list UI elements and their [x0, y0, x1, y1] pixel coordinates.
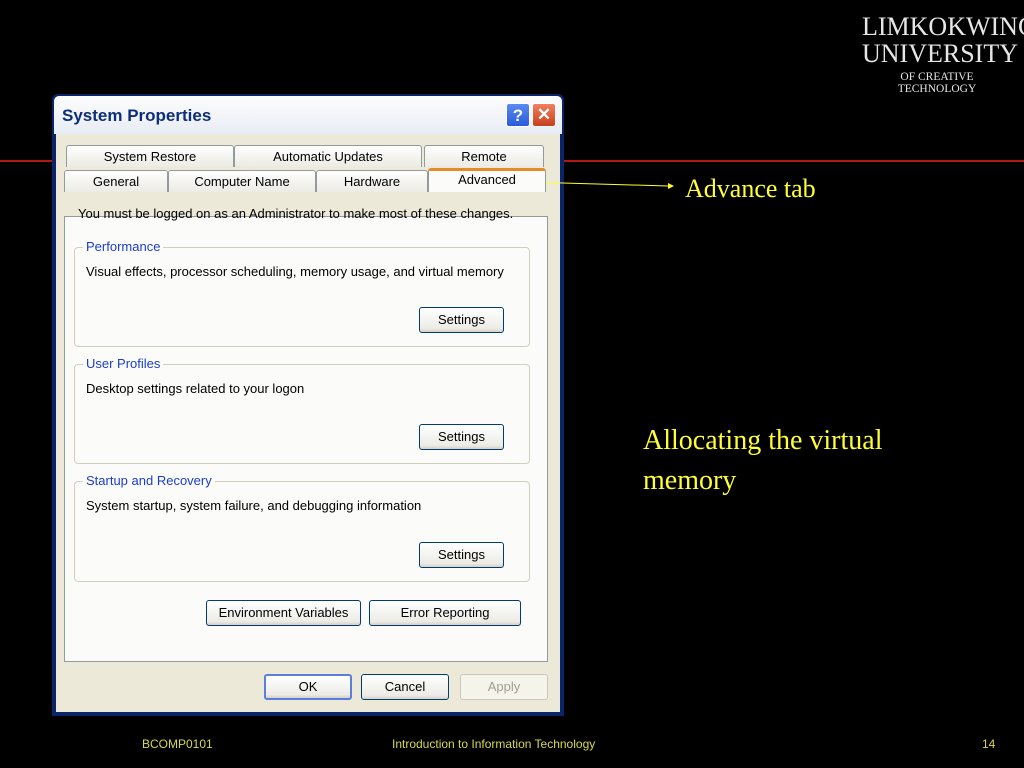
question-icon: ?	[512, 106, 524, 125]
apply-button[interactable]: Apply	[460, 674, 548, 700]
startup-recovery-settings-button[interactable]: Settings	[419, 542, 504, 568]
footer-page-number: 14	[982, 737, 996, 751]
performance-description: Visual effects, processor scheduling, me…	[86, 264, 504, 279]
tab-system-restore[interactable]: System Restore	[66, 145, 234, 167]
user-profiles-description: Desktop settings related to your logon	[86, 381, 305, 396]
footer-course-title: Introduction to Information Technology	[392, 737, 596, 751]
logo-line-3: OF CREATIVE TECHNOLOGY	[897, 71, 977, 95]
startup-recovery-group: Startup and Recovery System startup, sys…	[74, 473, 530, 582]
dialog-body: System Restore Automatic Updates Remote …	[56, 134, 560, 712]
tab-advanced[interactable]: Advanced	[428, 168, 546, 192]
allocating-memory-annotation: Allocating the virtual memory	[643, 425, 883, 496]
tab-hardware[interactable]: Hardware	[316, 170, 428, 192]
user-profiles-settings-button[interactable]: Settings	[419, 424, 504, 450]
performance-title: Performance	[83, 239, 164, 254]
tab-general[interactable]: General	[64, 170, 168, 192]
annotation-arrow	[528, 181, 674, 189]
environment-variables-button[interactable]: Environment Variables	[206, 600, 361, 626]
dialog-titlebar[interactable]: System Properties ? ✕	[54, 96, 562, 134]
performance-group: Performance Visual effects, processor sc…	[74, 239, 530, 347]
logo-line-2: UNIVERSITY	[862, 39, 1018, 68]
close-icon: ✕	[536, 105, 552, 124]
admin-note: You must be logged on as an Administrato…	[78, 206, 514, 221]
close-button[interactable]: ✕	[532, 103, 556, 127]
user-profiles-title: User Profiles	[83, 356, 164, 371]
dialog-title: System Properties	[62, 106, 212, 125]
error-reporting-button[interactable]: Error Reporting	[369, 600, 521, 626]
advance-tab-annotation: Advance tab	[685, 174, 816, 203]
tab-remote[interactable]: Remote	[424, 145, 544, 167]
system-properties-dialog: System Properties ? ✕ System Restore Aut…	[52, 94, 564, 716]
tab-computer-name[interactable]: Computer Name	[168, 170, 316, 192]
tab-automatic-updates[interactable]: Automatic Updates	[234, 145, 422, 167]
user-profiles-group: User Profiles Desktop settings related t…	[74, 356, 530, 464]
help-button[interactable]: ?	[506, 103, 530, 127]
university-logo: LIMKOKWING UNIVERSITY OF CREATIVE TECHNO…	[862, 12, 1024, 95]
ok-button[interactable]: OK	[264, 674, 352, 700]
logo-line-1: LIMKOKWING	[862, 12, 1024, 41]
startup-recovery-description: System startup, system failure, and debu…	[86, 498, 422, 513]
cancel-button[interactable]: Cancel	[361, 674, 449, 700]
footer-course-code: BCOMP0101	[142, 737, 213, 751]
startup-recovery-title: Startup and Recovery	[83, 473, 215, 488]
performance-settings-button[interactable]: Settings	[419, 307, 504, 333]
